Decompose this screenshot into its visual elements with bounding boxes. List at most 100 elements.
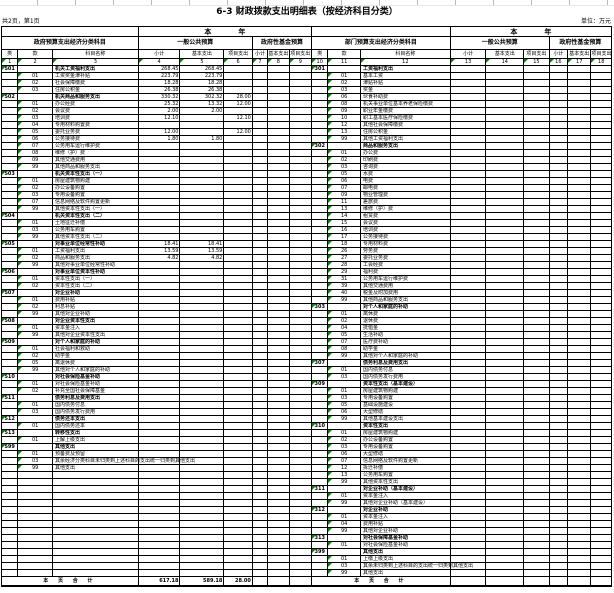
- cell-general-subtotal-right[interactable]: [450, 325, 486, 332]
- cell-class-code-left[interactable]: [2, 535, 18, 542]
- cell-general-subtotal-right[interactable]: [450, 388, 486, 395]
- cell-general-subtotal-left[interactable]: 18.28: [138, 80, 180, 87]
- cell-subject-name-left[interactable]: [52, 514, 138, 521]
- cell-section-code-right[interactable]: [328, 381, 361, 388]
- cell-general-basic-left[interactable]: [180, 262, 224, 269]
- cell-section-code-right[interactable]: 09: [328, 192, 361, 199]
- cell-fund-project-right[interactable]: [591, 402, 612, 409]
- cell-fund-basic-left[interactable]: [268, 171, 289, 178]
- cell-fund-project-left[interactable]: [289, 234, 311, 241]
- cell-general-basic-right[interactable]: [486, 227, 524, 234]
- cell-general-basic-right[interactable]: [486, 402, 524, 409]
- cell-general-project-right[interactable]: [524, 402, 549, 409]
- cell-section-code-right[interactable]: 15: [328, 220, 361, 227]
- cell-general-basic-left[interactable]: [180, 507, 224, 514]
- cell-class-code-left[interactable]: [2, 563, 18, 570]
- cell-general-subtotal-right[interactable]: [450, 332, 486, 339]
- column-number-17[interactable]: 17: [568, 59, 591, 66]
- cell-general-basic-right[interactable]: [486, 108, 524, 115]
- cell-general-basic-left[interactable]: [180, 290, 224, 297]
- cell-fund-project-right[interactable]: [591, 556, 612, 563]
- cell-general-basic-right[interactable]: [486, 535, 524, 542]
- cell-subject-name-left[interactable]: 债务还本支出: [52, 416, 138, 423]
- cell-section-code-left[interactable]: [18, 556, 53, 563]
- cell-section-code-left[interactable]: [18, 479, 53, 486]
- cell-general-basic-left[interactable]: [180, 563, 224, 570]
- cell-general-basic-right[interactable]: [486, 493, 524, 500]
- cell-subject-name-left[interactable]: 其他支出: [52, 444, 138, 451]
- cell-general-subtotal-left[interactable]: [138, 262, 180, 269]
- cell-fund-project-left[interactable]: [289, 283, 311, 290]
- cell-fund-project-left[interactable]: [289, 430, 311, 437]
- cell-fund-subtotal-left[interactable]: [252, 80, 267, 87]
- cell-subject-name-right[interactable]: 债务利息及费用支出: [360, 360, 450, 367]
- cell-fund-project-right[interactable]: [591, 493, 612, 500]
- cell-general-project-left[interactable]: [224, 402, 253, 409]
- cell-general-subtotal-left[interactable]: [138, 220, 180, 227]
- cell-section-code-right[interactable]: 02: [328, 80, 361, 87]
- cell-general-basic-left[interactable]: 18.28: [180, 80, 224, 87]
- cell-fund-subtotal-right[interactable]: [549, 192, 567, 199]
- cell-general-subtotal-right[interactable]: [450, 213, 486, 220]
- cell-subject-name-left[interactable]: 国内债务还本: [52, 423, 138, 430]
- cell-general-basic-left[interactable]: [180, 283, 224, 290]
- cell-class-code-left[interactable]: 502: [2, 94, 18, 101]
- cell-fund-basic-left[interactable]: [268, 143, 289, 150]
- cell-general-subtotal-left[interactable]: [138, 269, 180, 276]
- cell-fund-project-right[interactable]: [591, 430, 612, 437]
- cell-general-subtotal-left[interactable]: [138, 437, 180, 444]
- cell-class-code-right[interactable]: [312, 367, 328, 374]
- cell-fund-subtotal-left[interactable]: [252, 297, 267, 304]
- cell-general-subtotal-right[interactable]: [450, 290, 486, 297]
- cell-general-basic-left[interactable]: [180, 199, 224, 206]
- column-number-3[interactable]: 3: [52, 59, 138, 66]
- cell-class-code-left[interactable]: [2, 521, 18, 528]
- cell-general-project-right[interactable]: [524, 479, 549, 486]
- cell-general-project-right[interactable]: [524, 318, 549, 325]
- cell-fund-basic-right[interactable]: [568, 563, 591, 570]
- cell-class-code-right[interactable]: [312, 339, 328, 346]
- column-number-9[interactable]: 9: [289, 59, 311, 66]
- cell-general-project-right[interactable]: [524, 325, 549, 332]
- cell-section-code-right[interactable]: 16: [328, 227, 361, 234]
- cell-fund-project-right[interactable]: [591, 381, 612, 388]
- cell-general-basic-left[interactable]: [180, 318, 224, 325]
- cell-fund-subtotal-left[interactable]: [252, 73, 267, 80]
- cell-fund-project-left[interactable]: [289, 248, 311, 255]
- cell-general-project-right[interactable]: [524, 192, 549, 199]
- cell-general-subtotal-right[interactable]: [450, 549, 486, 556]
- cell-general-project-right[interactable]: [524, 213, 549, 220]
- cell-fund-subtotal-left[interactable]: [252, 395, 267, 402]
- cell-general-subtotal-right[interactable]: [450, 353, 486, 360]
- cell-general-basic-left[interactable]: [180, 570, 224, 577]
- cell-fund-project-left[interactable]: [289, 325, 311, 332]
- total-fund-project-right[interactable]: [591, 577, 612, 587]
- cell-class-code-right[interactable]: [312, 430, 328, 437]
- cell-subject-name-left[interactable]: 转移性支出: [52, 430, 138, 437]
- cell-fund-project-right[interactable]: [591, 374, 612, 381]
- cell-class-code-right[interactable]: [312, 283, 328, 290]
- cell-fund-project-right[interactable]: [591, 318, 612, 325]
- cell-class-code-left[interactable]: [2, 332, 18, 339]
- cell-section-code-left[interactable]: 99: [18, 164, 53, 171]
- cell-general-subtotal-right[interactable]: [450, 486, 486, 493]
- cell-general-subtotal-right[interactable]: [450, 206, 486, 213]
- cell-section-code-left[interactable]: 01: [18, 101, 53, 108]
- cell-fund-subtotal-right[interactable]: [549, 122, 567, 129]
- cell-fund-project-right[interactable]: [591, 94, 612, 101]
- cell-general-project-right[interactable]: [524, 437, 549, 444]
- cell-fund-basic-left[interactable]: [268, 129, 289, 136]
- cell-class-code-left[interactable]: [2, 542, 18, 549]
- cell-general-project-left[interactable]: [224, 290, 253, 297]
- cell-fund-subtotal-left[interactable]: [252, 451, 267, 458]
- cell-general-project-right[interactable]: [524, 507, 549, 514]
- cell-fund-project-left[interactable]: [289, 73, 311, 80]
- col-header-project-right[interactable]: 项目支出: [524, 50, 549, 59]
- cell-fund-project-left[interactable]: [289, 507, 311, 514]
- cell-fund-project-right[interactable]: [591, 248, 612, 255]
- cell-general-project-right[interactable]: [524, 73, 549, 80]
- cell-section-code-right[interactable]: [328, 549, 361, 556]
- cell-fund-subtotal-right[interactable]: [549, 465, 567, 472]
- cell-fund-basic-right[interactable]: [568, 549, 591, 556]
- cell-subject-name-left[interactable]: [52, 500, 138, 507]
